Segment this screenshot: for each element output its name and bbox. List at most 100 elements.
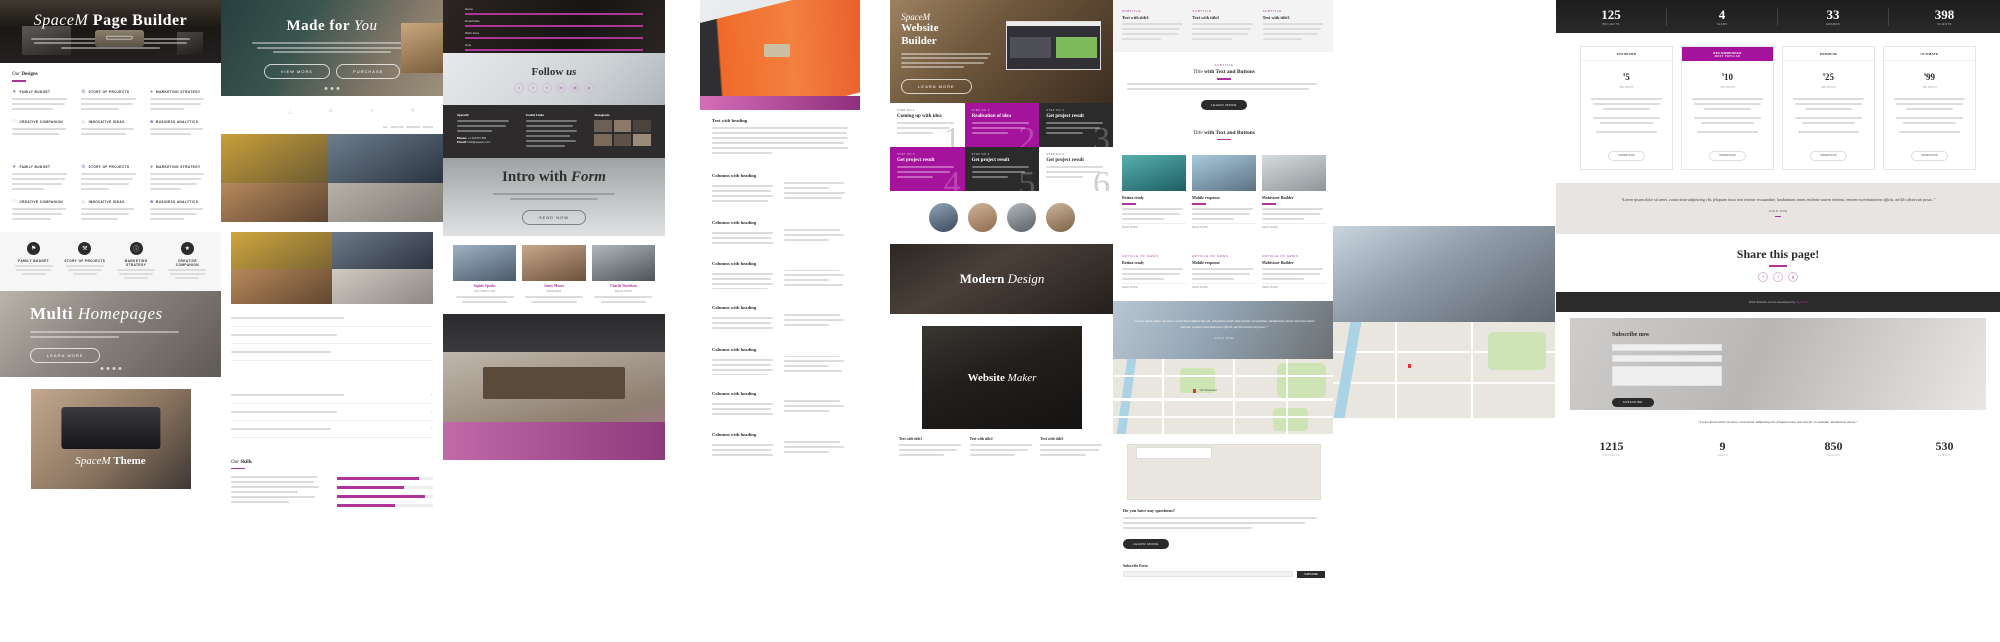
subscribe-button[interactable]: SUBSCRIBE (1297, 570, 1325, 578)
list-item[interactable] (231, 327, 433, 344)
facebook-icon[interactable]: f (528, 82, 538, 93)
subscribe-email-input[interactable] (1123, 571, 1294, 578)
pinterest-icon[interactable]: p (584, 82, 594, 93)
list-item[interactable]: + (231, 387, 433, 404)
map-strip[interactable] (1333, 322, 1555, 418)
slider-dots[interactable] (100, 366, 121, 370)
template-column-website-builder[interactable]: SpaceM Website Builder LEARN MORE STEP N… (890, 0, 1114, 467)
template-column-filler[interactable] (1333, 0, 1555, 638)
cta-button[interactable]: LEARN MORE (1201, 99, 1247, 110)
read-more-link[interactable]: READ MORE (1122, 222, 1186, 231)
filter-tab[interactable]: CREATIVE (391, 126, 404, 131)
portfolio-mosaic-secondary[interactable] (231, 231, 433, 304)
step-card[interactable]: STEP NO.2 Realisation of idea 2 (964, 103, 1040, 147)
faq-cta-button[interactable]: LEARN MORE (1123, 538, 1169, 549)
template-column-natwest-text[interactable]: Text with heading Columns with heading C… (700, 0, 860, 466)
card[interactable]: ARTICLE OF NEWS Mobivizor Builder READ MOR… (1262, 254, 1326, 291)
mail-icon[interactable]: @ (570, 82, 580, 93)
step-card[interactable]: STEP NO.4 Get project result 4 (890, 147, 965, 191)
hero-button-right[interactable]: PURCHASE (336, 63, 401, 79)
block-title: Text with title3 (1262, 15, 1290, 20)
form-field[interactable]: Note (465, 43, 643, 51)
share-icons[interactable]: f t g (1556, 271, 2000, 282)
card[interactable]: ARTICLE OF NEWS Retina ready READ MORE (1122, 254, 1186, 291)
step-card[interactable]: STEP NO.5 Get project result 5 (964, 147, 1040, 191)
footer-links-col[interactable]: Useful Links (525, 113, 583, 150)
list-item[interactable]: + (231, 421, 433, 438)
avatar (1044, 201, 1077, 234)
accordion-list[interactable] (221, 304, 443, 367)
team-member[interactable]: Sophie Sparks ART DIRECTOR (453, 245, 517, 305)
read-more-link[interactable]: READ MORE (1192, 283, 1256, 291)
template-column-content-blocks[interactable]: SUBTITLE Text with title1 SUBTITLE Text wi… (1113, 0, 1335, 584)
googleplus-icon[interactable]: g (1788, 271, 1798, 282)
list-item[interactable]: + (231, 404, 433, 421)
template-column-intro-form[interactable]: Name Email Date Work Area Note Follow us… (443, 0, 665, 460)
hero-cta-button[interactable]: LEARN MORE (30, 348, 101, 364)
tumblr-icon[interactable]: t (542, 82, 552, 93)
subscribe-submit-button[interactable]: SUBSCRIBE (1612, 397, 1654, 407)
pricing-card[interactable]: ULTIMATE $99 PER MONTH ORDER NOW (1883, 46, 1976, 170)
filter-tab[interactable]: BRANDING (406, 126, 420, 131)
form-field[interactable]: Work Area (465, 31, 643, 39)
section-heading: Columns with heading (712, 219, 757, 225)
contact-form-block[interactable]: Name Email Date Work Area Note (443, 0, 665, 53)
card[interactable]: Mobivizor Builder READ MORE (1262, 155, 1326, 230)
step-card[interactable]: STEP NO.6 Get project result 6 (1039, 147, 1114, 191)
template-column-made-for-you[interactable]: Made for You VIEW MORE PURCHASE ○ △ ✿ ★ … (221, 0, 443, 524)
section-heading: Columns with heading (712, 346, 757, 352)
form-field[interactable]: Name (465, 7, 643, 15)
theme-preview-card[interactable]: SpaceM Theme (30, 388, 191, 489)
card[interactable]: Mobile response READ MORE (1192, 155, 1256, 230)
twitter-icon[interactable]: t (1773, 271, 1783, 282)
list-item[interactable] (231, 310, 433, 327)
map-pin[interactable] (1408, 364, 1412, 369)
pricing-card[interactable]: PREMIUM $25 PER MONTH ORDER NOW (1782, 46, 1875, 170)
map-card[interactable] (1127, 443, 1321, 500)
twitter-icon[interactable]: t (514, 82, 524, 93)
order-button[interactable]: ORDER NOW (1810, 150, 1847, 161)
team-member[interactable]: Jenny Moore DESIGNER (522, 245, 586, 305)
list-item[interactable] (231, 344, 433, 361)
step-card[interactable]: STEP NO.1 Coming up with idea 1 (890, 103, 965, 147)
map-pin[interactable] (1192, 388, 1196, 393)
order-button[interactable]: ORDER NOW (1911, 150, 1948, 161)
read-more-link[interactable]: READ MORE (1262, 222, 1326, 231)
filter-tab[interactable]: DESIGN (423, 126, 433, 131)
card[interactable]: ARTICLE OF NEWS Mobile response READ MORE (1192, 254, 1256, 291)
linkedin-icon[interactable]: in (556, 82, 566, 93)
subscribe-name-input[interactable] (1612, 343, 1722, 351)
facebook-icon[interactable]: f (1758, 271, 1768, 282)
pricing-table: STANDARD $5 PER MONTH ORDER NOW RECOMMEND… (1556, 33, 2000, 183)
team-member[interactable]: Charlie Davidson DEVELOPER (591, 245, 655, 305)
portfolio-mosaic[interactable] (221, 133, 443, 222)
template-column-page-builder[interactable]: SpaceM Page Builder Our Designs ★ FAMILY … (0, 0, 221, 489)
card[interactable]: Retina ready READ MORE (1122, 155, 1186, 230)
team-section: Sophie Sparks ART DIRECTOR Jenny Moore DES… (443, 236, 665, 314)
pricing-card[interactable]: STANDARD $5 PER MONTH ORDER NOW (1580, 46, 1673, 170)
read-more-link[interactable]: READ MORE (1192, 222, 1256, 231)
filter-tab[interactable]: ALL (383, 126, 388, 131)
subscribe-email-input[interactable] (1612, 354, 1722, 362)
mockup-panel (1056, 37, 1097, 58)
read-more-link[interactable]: READ MORE (1122, 283, 1186, 291)
slider-dots[interactable] (324, 87, 340, 90)
order-button[interactable]: ORDER NOW (1608, 150, 1645, 161)
accordion-list-secondary[interactable]: + + + (221, 381, 443, 444)
map-wide[interactable]: Our Showroom (1113, 358, 1335, 434)
portfolio-filter-tabs[interactable]: ALL CREATIVE BRANDING DESIGN (221, 126, 443, 134)
form-field[interactable]: Email Date (465, 19, 643, 27)
columns-with-heading-2: Columns with heading (700, 211, 860, 253)
step-card[interactable]: STEP NO.3 Get project result 3 (1039, 103, 1114, 147)
pricing-card-highlighted[interactable]: RECOMMENDED MOST POPULAR $10 PER MONTH ORD… (1681, 46, 1774, 170)
read-more-link[interactable]: READ MORE (1262, 283, 1326, 291)
footer-instagram-col[interactable]: Instagram (594, 113, 651, 150)
social-links[interactable]: t f t in @ p (514, 82, 594, 93)
feature-cards: Retina ready READ MORE Mobile response REA… (1113, 149, 1335, 241)
order-button[interactable]: ORDER NOW (1709, 150, 1746, 161)
hero-button-left[interactable]: VIEW MORE (263, 63, 331, 79)
subscribe-message-input[interactable] (1612, 365, 1722, 386)
intro-cta-button[interactable]: SEND NOW (522, 210, 586, 226)
template-column-counters-pricing[interactable]: 125 PROJECTS 4 YEARS 33 AWARDS 398 CLIENTS S… (1556, 0, 2000, 469)
hero-cta-button[interactable]: LEARN MORE (901, 78, 972, 94)
